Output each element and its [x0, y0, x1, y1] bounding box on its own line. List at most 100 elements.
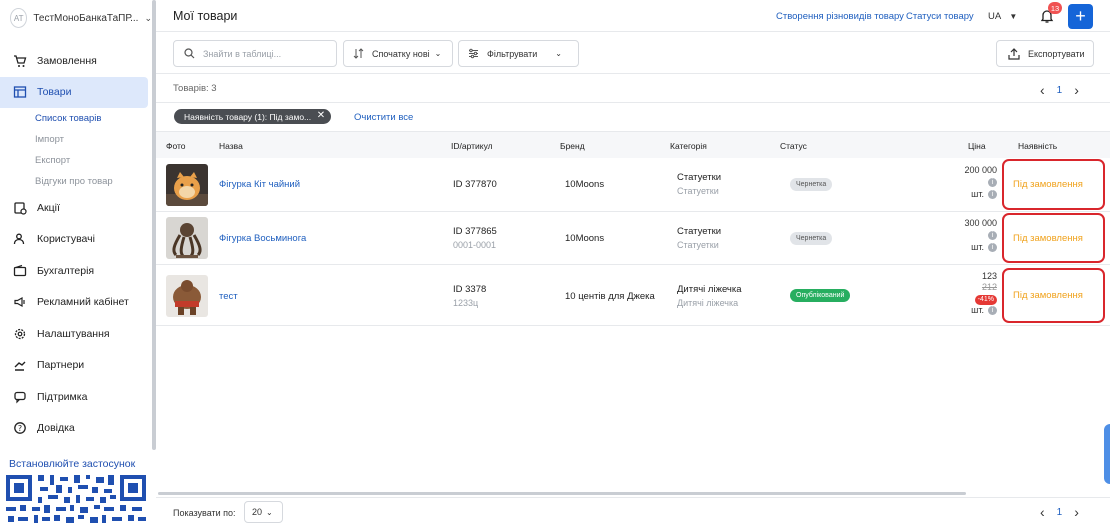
col-brand[interactable]: Бренд [560, 141, 585, 151]
status-badge: Чернетка [790, 178, 833, 191]
chevron-down-icon: ⌄ [144, 12, 152, 23]
product-price: 200 000 i шт. i [964, 164, 997, 200]
export-button[interactable]: Експортувати [996, 40, 1094, 67]
price-value: 123 [981, 271, 997, 281]
product-name-link[interactable]: Фігурка Восьминога [219, 233, 306, 244]
product-thumbnail[interactable] [166, 275, 208, 317]
upload-icon [1008, 47, 1020, 60]
product-sku: 0001-0001 [453, 240, 497, 250]
search-input[interactable]: Знайти в таблиці... [173, 40, 337, 67]
sidebar-item-support[interactable]: Підтримка [0, 381, 152, 413]
availability-value: Під замовлення [1013, 232, 1083, 244]
sidebar-item-settings[interactable]: Налаштування [0, 318, 152, 350]
sidebar-item-help[interactable]: ? Довідка [0, 413, 152, 445]
product-thumbnail[interactable] [166, 217, 208, 259]
prev-page-button[interactable]: ‹ [1040, 504, 1045, 520]
create-variants-link[interactable]: Створення різновидів товару [776, 11, 904, 22]
product-brand: 10Moons [565, 179, 605, 190]
sidebar-sub-import[interactable]: Імпорт [0, 129, 152, 150]
sidebar-item-partners[interactable]: Партнери [0, 350, 152, 382]
language-select[interactable]: UA ▼ [988, 11, 1017, 22]
sidebar-item-orders[interactable]: Замовлення [0, 45, 152, 77]
handshake-icon [12, 357, 28, 373]
top-pagination: ‹ 1 › [1040, 82, 1079, 98]
col-name[interactable]: Назва [219, 141, 243, 151]
sidebar-sub-product-list[interactable]: Список товарів [0, 108, 152, 129]
products-icon [12, 84, 28, 100]
product-brand: 10Moons [565, 233, 605, 244]
sidebar-item-users[interactable]: Користувачі [0, 224, 152, 256]
sidebar-item-label: Довідка [37, 422, 75, 435]
product-name-link[interactable]: тест [219, 291, 238, 302]
sidebar-item-ads[interactable]: Рекламний кабінет [0, 287, 152, 319]
chevron-down-icon: ⌄ [434, 49, 442, 58]
table-row[interactable]: Фігурка Восьминога ID 377865 0001-0001 1… [156, 212, 1110, 265]
price-unit: шт. [971, 242, 984, 252]
search-placeholder: Знайти в таблиці... [203, 48, 282, 59]
category-primary: Статуетки [677, 226, 722, 237]
price-value: 200 000 [964, 165, 997, 175]
product-name-link[interactable]: Фігурка Кіт чайний [219, 179, 300, 190]
category-secondary: Статуетки [677, 186, 719, 196]
info-icon[interactable]: i [988, 306, 997, 316]
per-page-select[interactable]: 20 ⌄ [244, 501, 283, 523]
product-category: Дитячі ліжечка Дитячі ліжечка [677, 284, 742, 308]
wallet-icon [12, 263, 28, 279]
export-label: Експортувати [1028, 48, 1085, 59]
sidebar-item-label: Підтримка [37, 390, 88, 403]
availability-cell[interactable]: Під замовлення [1002, 159, 1105, 210]
product-thumbnail[interactable] [166, 164, 208, 206]
old-price: 212 [981, 282, 997, 292]
col-status[interactable]: Статус [780, 141, 807, 151]
clear-all-filters-link[interactable]: Очистити все [354, 112, 413, 123]
col-id[interactable]: ID/артикул [451, 141, 493, 151]
col-price[interactable]: Ціна [968, 141, 986, 151]
filter-label: Фільтрувати [487, 48, 538, 59]
price-value: 300 000 [964, 218, 997, 228]
info-icon[interactable]: i [988, 243, 997, 253]
info-icon[interactable]: i [988, 231, 997, 241]
availability-cell[interactable]: Під замовлення [1002, 213, 1105, 263]
table-row[interactable]: Фігурка Кіт чайний ID 377870 10Moons Ста… [156, 158, 1110, 212]
next-page-button[interactable]: › [1074, 504, 1079, 520]
sidebar-item-products[interactable]: Товари [0, 76, 148, 108]
sidebar-item-label: Акції [37, 201, 60, 214]
sidebar-item-promos[interactable]: Акції [0, 192, 152, 224]
add-product-button[interactable]: + [1068, 4, 1093, 29]
table-row[interactable]: тест ID 3378 1233ц 10 центів для Джека Д… [156, 265, 1110, 326]
horizontal-scrollbar[interactable] [158, 492, 966, 495]
sidebar-sub-reviews[interactable]: Відгуки про товар [0, 171, 152, 192]
price-unit: шт. [971, 305, 984, 315]
filter-icon [468, 48, 479, 59]
product-statuses-link[interactable]: Статуси товару [906, 11, 974, 22]
toolbar: Знайти в таблиці... Спочатку нові ⌄ Філь… [156, 32, 1110, 74]
product-sku: 1233ц [453, 298, 479, 308]
per-page-label: Показувати по: [173, 508, 236, 518]
col-category[interactable]: Категорія [670, 141, 707, 151]
filter-chip[interactable]: Наявність товару (1): Під замо... ✕ [174, 109, 332, 124]
current-page[interactable]: 1 [1057, 85, 1063, 96]
prev-page-button[interactable]: ‹ [1040, 82, 1045, 98]
info-icon[interactable]: i [988, 190, 997, 200]
install-app-label[interactable]: Встановлюйте застосунок [9, 458, 135, 470]
close-icon[interactable]: ✕ [317, 110, 325, 121]
sort-dropdown[interactable]: Спочатку нові ⌄ [343, 40, 453, 67]
info-icon[interactable]: i [988, 178, 997, 188]
col-availability[interactable]: Наявність [1018, 141, 1057, 151]
current-page[interactable]: 1 [1057, 507, 1063, 518]
active-filters: Наявність товару (1): Під замо... ✕ Очис… [156, 103, 1110, 130]
side-widget-tab[interactable] [1104, 424, 1110, 484]
sidebar-item-accounting[interactable]: Бухгалтерія [0, 255, 152, 287]
account-switcher[interactable]: AT ТестМоноБанкаТаПР... ⌄ [0, 0, 152, 36]
availability-value: Під замовлення [1013, 290, 1083, 301]
filter-dropdown[interactable]: Фільтрувати ⌄ [458, 40, 579, 67]
search-icon [184, 48, 195, 59]
sidebar-item-label: Замовлення [37, 54, 97, 67]
availability-cell[interactable]: Під замовлення [1002, 268, 1105, 323]
sidebar-sub-export[interactable]: Експорт [0, 150, 152, 171]
filter-chip-label: Наявність товару (1): Під замо... [184, 111, 312, 122]
col-photo: Фото [166, 141, 186, 151]
product-id: ID 3378 [453, 284, 487, 295]
chevron-down-icon: ⌄ [266, 507, 273, 517]
next-page-button[interactable]: › [1074, 82, 1079, 98]
